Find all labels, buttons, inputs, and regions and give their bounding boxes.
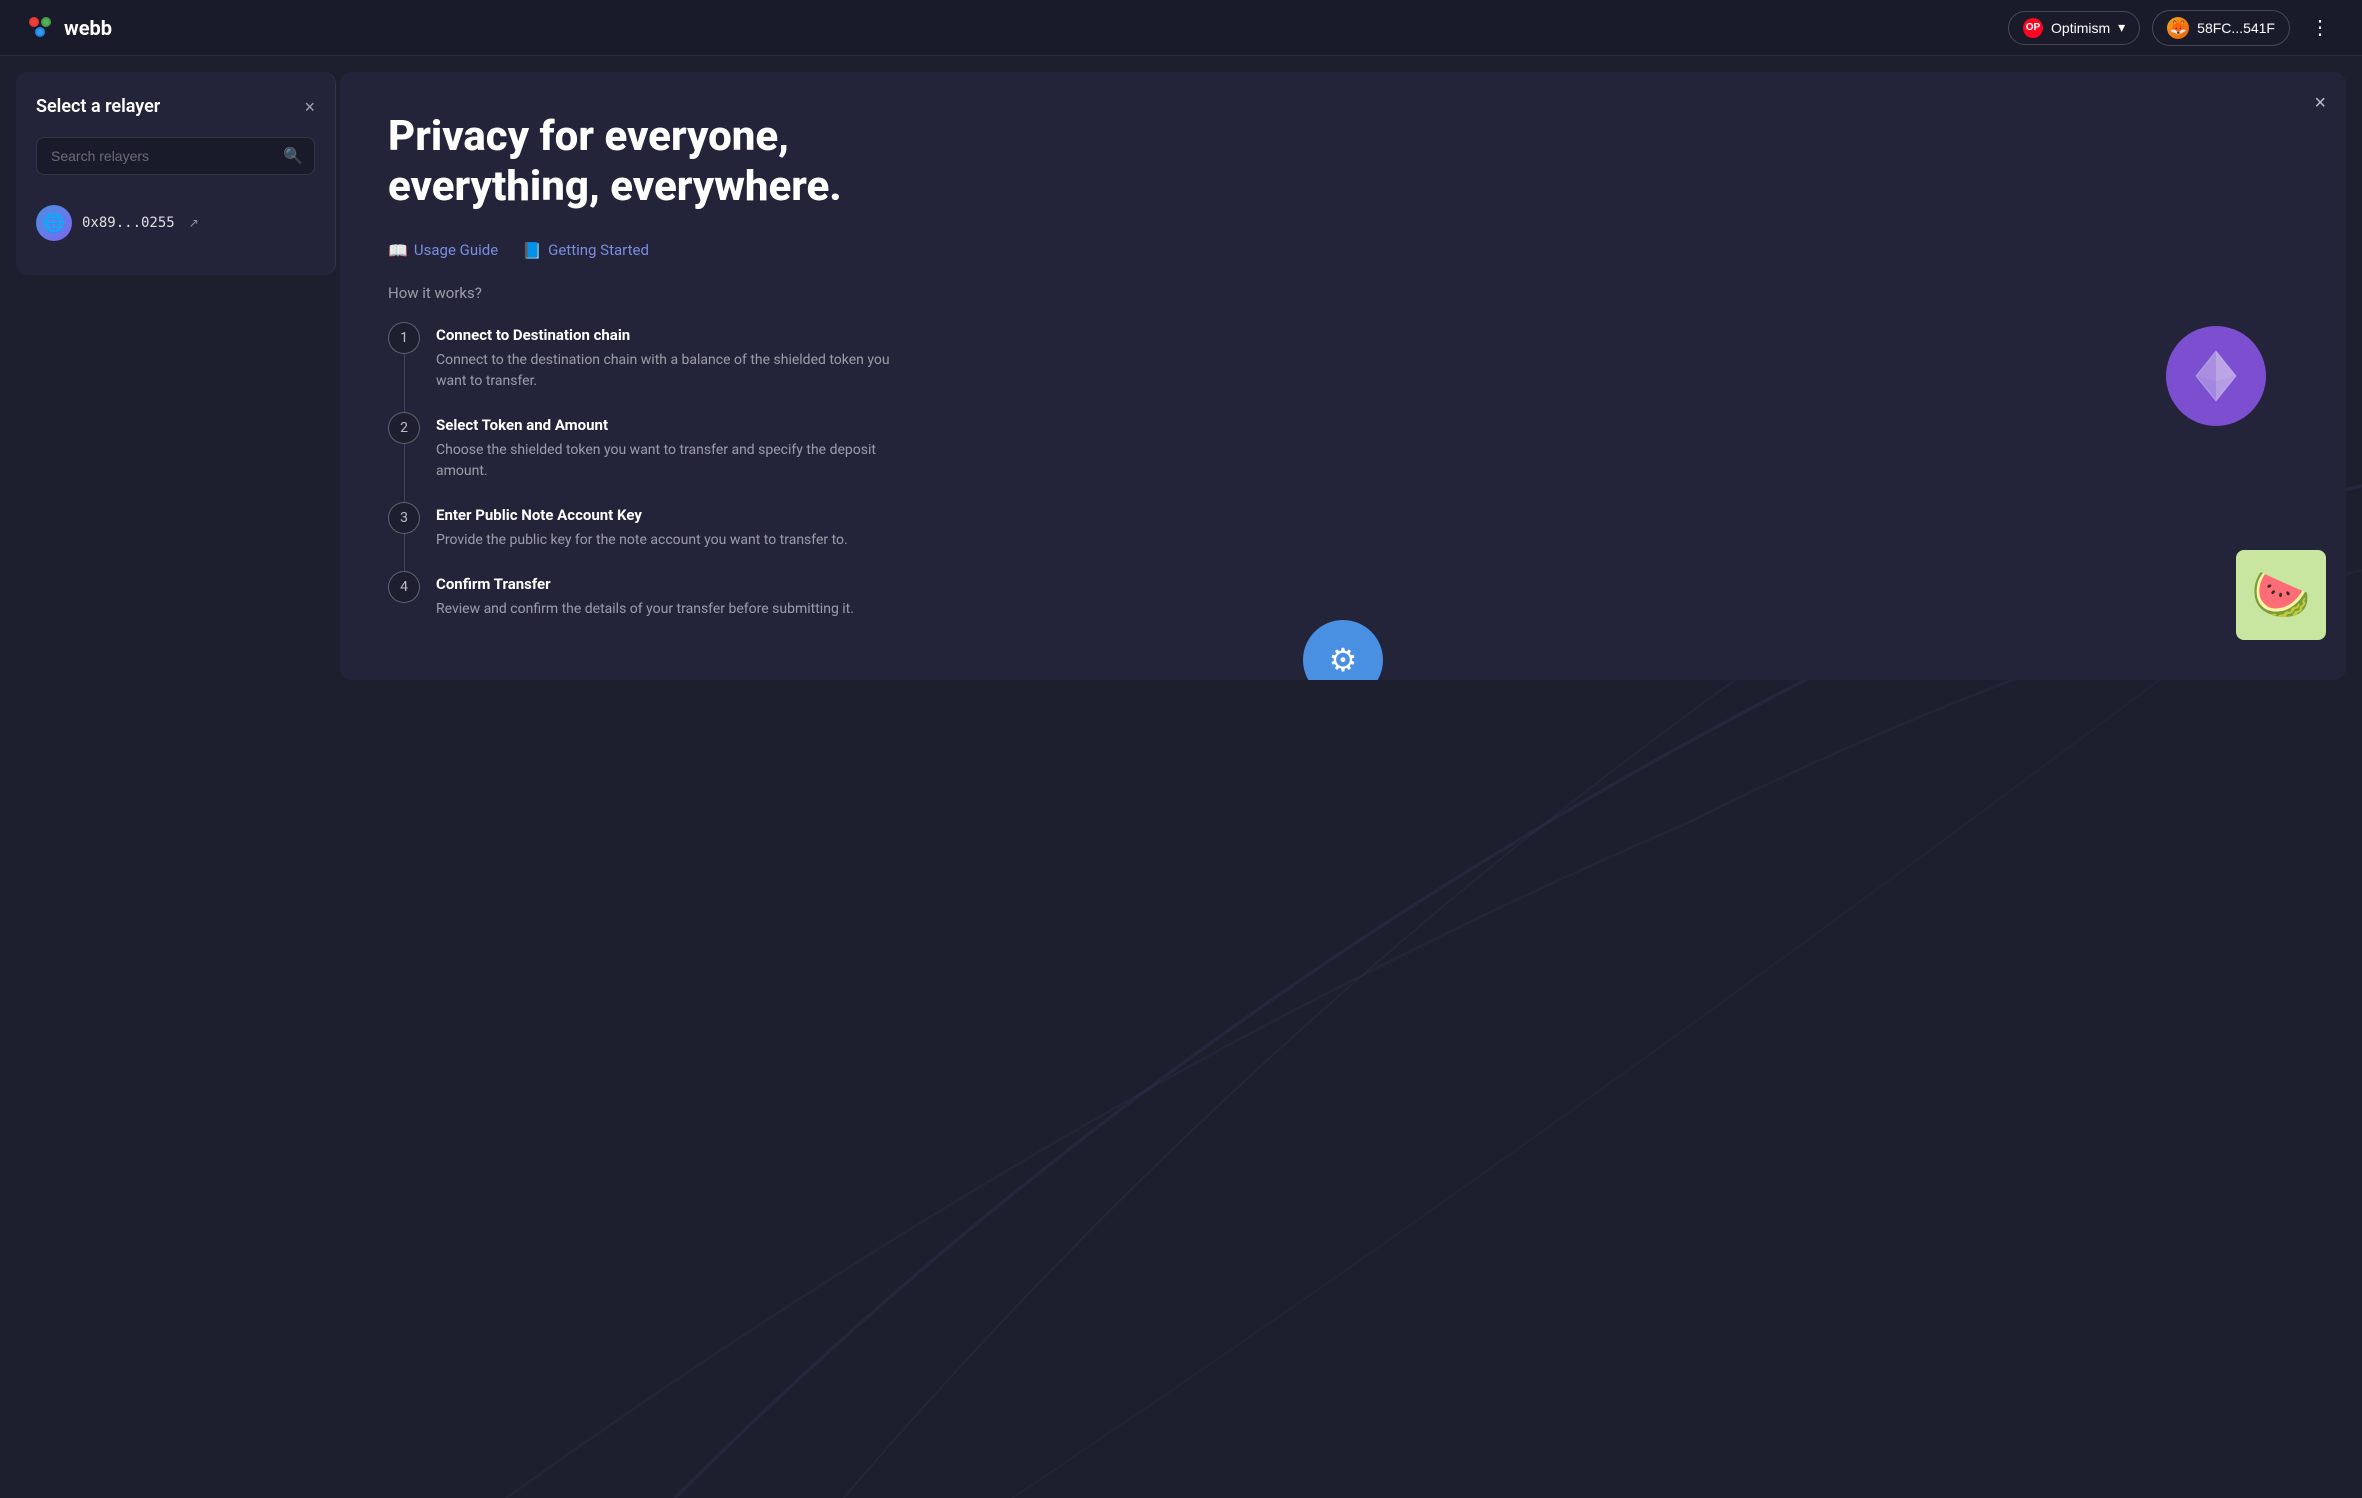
step-content: Enter Public Note Account Key Provide th… [436, 502, 848, 551]
relayer-panel: Select a relayer × 🔍 🌐 0x89...0255 ↗ [16, 72, 336, 275]
wallet-button[interactable]: 🦊 58FC...541F [2152, 10, 2290, 46]
step-content: Select Token and Amount Choose the shiel… [436, 412, 896, 482]
relayer-search-input[interactable] [36, 137, 315, 175]
header-controls: OP Optimism ▾ 🦊 58FC...541F ⋮ [2008, 10, 2338, 46]
step-description: Choose the shielded token you want to tr… [436, 440, 896, 482]
step-title: Connect to Destination chain [436, 326, 896, 344]
step-title: Enter Public Note Account Key [436, 506, 848, 524]
network-label: Optimism [2051, 20, 2110, 36]
external-link-icon[interactable]: ↗ [189, 216, 199, 230]
relayer-list-item[interactable]: 🌐 0x89...0255 ↗ [36, 195, 315, 251]
main-content: Select a relayer × 🔍 🌐 0x89...0255 ↗ × P… [0, 56, 2362, 1498]
ethereum-decoration [2166, 326, 2266, 426]
step-title: Confirm Transfer [436, 575, 854, 593]
close-icon: × [2314, 92, 2326, 114]
usage-guide-icon: 📖 [388, 241, 408, 260]
network-selector-button[interactable]: OP Optimism ▾ [2008, 11, 2140, 45]
step-description: Connect to the destination chain with a … [436, 350, 896, 392]
how-it-works-label: How it works? [388, 284, 2298, 302]
info-modal-tabs: 📖 Usage Guide 📘 Getting Started [388, 241, 2298, 260]
step-description: Review and confirm the details of your t… [436, 599, 854, 620]
app-header: webb OP Optimism ▾ 🦊 58FC...541F ⋮ [0, 0, 2362, 56]
step-number: 2 [388, 412, 420, 444]
tab-getting-started[interactable]: 📘 Getting Started [522, 241, 649, 260]
info-modal: × Privacy for everyone, everything, ever… [340, 72, 2346, 680]
getting-started-icon: 📘 [522, 241, 542, 260]
search-icon-button[interactable]: 🔍 [283, 146, 303, 166]
relayer-address-text: 0x89...0255 [82, 215, 175, 231]
relayer-panel-close-button[interactable]: × [304, 98, 315, 116]
steps-list: 1 Connect to Destination chain Connect t… [388, 322, 2298, 640]
tab-usage-guide-label: Usage Guide [414, 241, 498, 259]
step-title: Select Token and Amount [436, 416, 896, 434]
app-logo-text: webb [64, 16, 112, 40]
step-number: 1 [388, 322, 420, 354]
relayer-panel-title: Select a relayer [36, 96, 160, 117]
search-icon: 🔍 [283, 148, 303, 165]
watermelon-decoration: 🍉 [2236, 550, 2326, 640]
info-modal-title: Privacy for everyone, everything, everyw… [388, 112, 988, 213]
webb-logo-icon [24, 12, 56, 44]
relayer-panel-header: Select a relayer × [36, 96, 315, 117]
step-item: 3 Enter Public Note Account Key Provide … [388, 502, 2298, 571]
chevron-down-icon: ▾ [2118, 19, 2125, 36]
step-item: 2 Select Token and Amount Choose the shi… [388, 412, 2298, 502]
step-number: 4 [388, 571, 420, 603]
network-icon: OP [2023, 18, 2043, 38]
tab-usage-guide[interactable]: 📖 Usage Guide [388, 241, 498, 260]
step-item: 1 Connect to Destination chain Connect t… [388, 322, 2298, 412]
step-number: 3 [388, 502, 420, 534]
wallet-avatar-icon: 🦊 [2167, 17, 2189, 39]
info-modal-close-button[interactable]: × [2314, 92, 2326, 115]
close-icon: × [304, 97, 315, 117]
more-options-button[interactable]: ⋮ [2302, 11, 2338, 44]
relayer-search-box: 🔍 [36, 137, 315, 175]
step-content: Confirm Transfer Review and confirm the … [436, 571, 854, 620]
step-description: Provide the public key for the note acco… [436, 530, 848, 551]
wallet-address: 58FC...541F [2197, 20, 2275, 36]
relayer-avatar-icon: 🌐 [36, 205, 72, 241]
logo-area: webb [24, 12, 112, 44]
step-content: Connect to Destination chain Connect to … [436, 322, 896, 392]
tab-getting-started-label: Getting Started [548, 241, 649, 259]
more-icon: ⋮ [2310, 17, 2330, 39]
